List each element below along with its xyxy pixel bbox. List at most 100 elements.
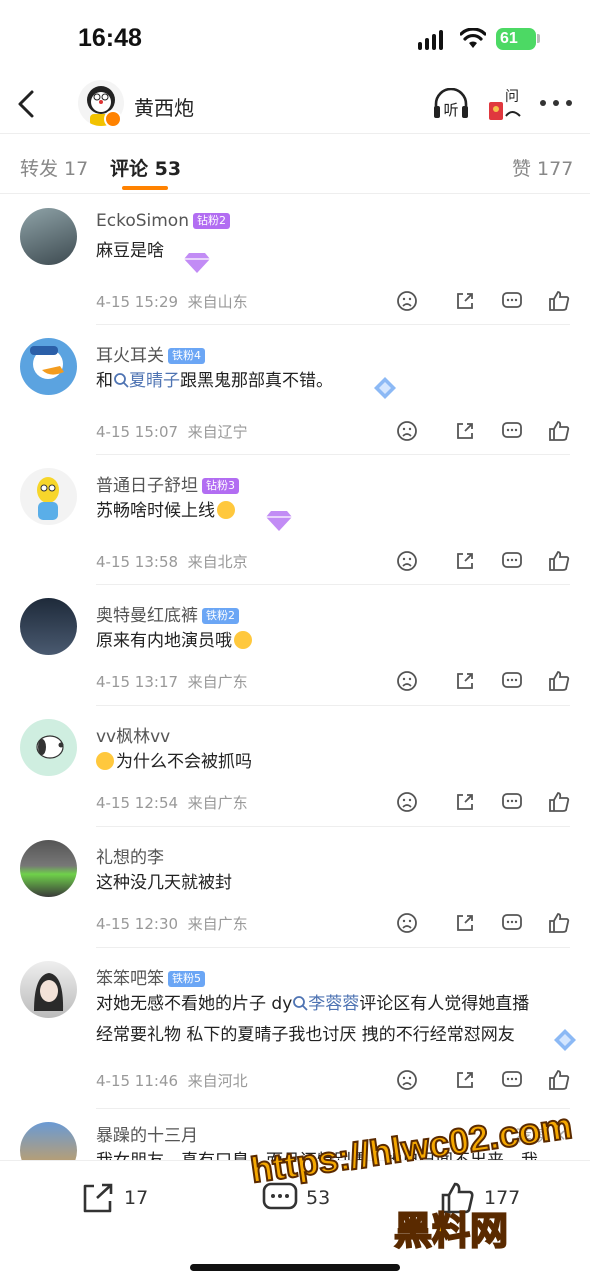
dislike-face-icon[interactable] (396, 550, 418, 572)
listen-headphones-icon[interactable]: 听 (432, 88, 470, 122)
comment-text-body: 原来有内地演员哦 (96, 631, 232, 651)
commenter-avatar[interactable] (20, 1122, 77, 1160)
comment-text: 苏畅啥时候上线 (96, 496, 235, 527)
fan-badge: 铁粉5 (168, 971, 205, 987)
share-icon[interactable] (454, 420, 476, 442)
reply-icon[interactable] (501, 791, 523, 813)
dislike-face-icon[interactable] (396, 912, 418, 934)
comment-text: 对她无感不看她的片子 dy 李蓉蓉评论区有人觉得她直播 (96, 989, 529, 1020)
commenter-name[interactable]: 普通日子舒坦 钻粉3 (96, 471, 239, 496)
dislike-face-icon[interactable] (396, 290, 418, 312)
commenter-name[interactable]: 礼想的李 (96, 843, 164, 868)
comment-actions (396, 791, 574, 815)
status-time: 16:48 (78, 24, 142, 52)
reply-icon[interactable] (501, 550, 523, 572)
commenter-name-text: 笨笨吧笨 (96, 969, 164, 989)
diamond-decoration-icon (374, 377, 396, 399)
homer-avatar-icon (37, 477, 59, 520)
header: 黄西炮 听 问 (0, 76, 590, 134)
comment-meta: 4-15 15:29 来自山东 (96, 291, 248, 312)
repost-count: 17 (124, 1187, 149, 1209)
share-icon[interactable] (454, 791, 476, 813)
commenter-avatar[interactable] (20, 598, 77, 655)
like-thumb-icon[interactable] (548, 670, 570, 692)
comment-text-post: 跟黑鬼那部真不错。 (180, 371, 333, 391)
comment-actions (396, 290, 574, 314)
commenter-name[interactable]: 暴躁的十三月 (96, 1121, 198, 1146)
laugh-cry-emoji-icon (234, 631, 252, 649)
diamond-decoration-icon (184, 253, 210, 273)
reply-icon[interactable] (501, 1069, 523, 1091)
dislike-face-icon[interactable] (396, 420, 418, 442)
divider (96, 584, 570, 585)
cellular-signal-icon (418, 30, 452, 50)
like-thumb-icon[interactable] (548, 912, 570, 934)
comment-text-pre: 和 (96, 371, 113, 391)
reply-icon[interactable] (501, 670, 523, 692)
comment-actions (396, 912, 574, 936)
share-icon[interactable] (454, 1069, 476, 1091)
commenter-avatar[interactable] (20, 468, 77, 525)
reply-icon[interactable] (501, 912, 523, 934)
back-arrow-icon[interactable] (12, 86, 42, 122)
commenter-avatar[interactable] (20, 840, 77, 897)
comment-text: 为什么不会被抓吗 (96, 747, 252, 778)
comment-time: 4-15 15:29 (96, 293, 179, 311)
share-icon[interactable] (454, 290, 476, 312)
search-icon (293, 996, 308, 1011)
tab-comments[interactable]: 评论 53 (110, 154, 181, 181)
commenter-name[interactable]: EckoSimon 钻粉2 (96, 211, 230, 231)
dislike-face-icon[interactable] (396, 791, 418, 813)
topic-search-link[interactable]: 李蓉蓉 (292, 994, 359, 1014)
commenter-name[interactable]: 奥特曼红底裤 铁粉2 (96, 601, 239, 626)
comment-actions (396, 550, 574, 574)
topic-search-link[interactable]: 夏晴子 (113, 371, 180, 391)
share-icon[interactable] (454, 912, 476, 934)
dislike-face-icon[interactable] (396, 670, 418, 692)
diamond-decoration-icon (554, 1029, 576, 1051)
tab-bar: 转发 17 评论 53 赞 177 (0, 134, 590, 194)
like-thumb-icon[interactable] (548, 550, 570, 572)
comment-meta: 4-15 11:46 来自河北 (96, 1070, 248, 1091)
donald-duck-avatar-icon (30, 346, 64, 379)
author-name[interactable]: 黄西炮 (134, 92, 194, 121)
comment-actions (396, 420, 574, 444)
divider (96, 324, 570, 325)
grin-emoji-icon (217, 501, 235, 519)
like-thumb-icon[interactable] (548, 791, 570, 813)
repost-button[interactable]: 17 (80, 1181, 160, 1215)
commenter-name[interactable]: 笨笨吧笨 铁粉5 (96, 964, 205, 989)
ask-question-icon[interactable]: 问 (486, 86, 524, 124)
commenter-avatar[interactable] (20, 338, 77, 395)
more-options-icon[interactable] (540, 100, 572, 108)
commenter-name-text: 耳火耳关 (96, 346, 164, 366)
comment-text-pre: 对她无感不看她的片子 dy (96, 994, 293, 1014)
commenter-avatar[interactable] (20, 719, 77, 776)
commenter-name[interactable]: vv枫林vv (96, 722, 170, 747)
comment-meta: 4-15 13:58 来自北京 (96, 551, 248, 572)
tab-likes[interactable]: 赞 177 (512, 154, 573, 181)
thinking-emoji-icon (96, 752, 114, 770)
tab-reposts[interactable]: 转发 17 (20, 154, 88, 181)
comment-text: 和夏晴子跟黑鬼那部真不错。 (96, 366, 333, 397)
commenter-avatar[interactable] (20, 208, 77, 265)
like-thumb-icon[interactable] (548, 290, 570, 312)
commenter-name[interactable]: 耳火耳关 铁粉4 (96, 341, 205, 366)
share-icon[interactable] (454, 550, 476, 572)
comment-meta: 4-15 13:17 来自广东 (96, 671, 248, 692)
reply-icon[interactable] (501, 290, 523, 312)
comment-actions (396, 1069, 574, 1093)
dislike-face-icon[interactable] (396, 1069, 418, 1091)
battery-tip (537, 34, 540, 43)
divider (96, 1108, 570, 1109)
reply-icon[interactable] (501, 420, 523, 442)
divider (96, 826, 570, 827)
commenter-avatar[interactable] (20, 961, 77, 1018)
home-indicator[interactable] (190, 1264, 400, 1271)
comment-text-post: 评论区有人觉得她直播 (359, 994, 530, 1014)
like-thumb-icon[interactable] (548, 420, 570, 442)
fan-badge: 钻粉2 (192, 213, 230, 229)
divider (96, 454, 570, 455)
like-thumb-icon[interactable] (548, 1069, 570, 1091)
share-icon[interactable] (454, 670, 476, 692)
